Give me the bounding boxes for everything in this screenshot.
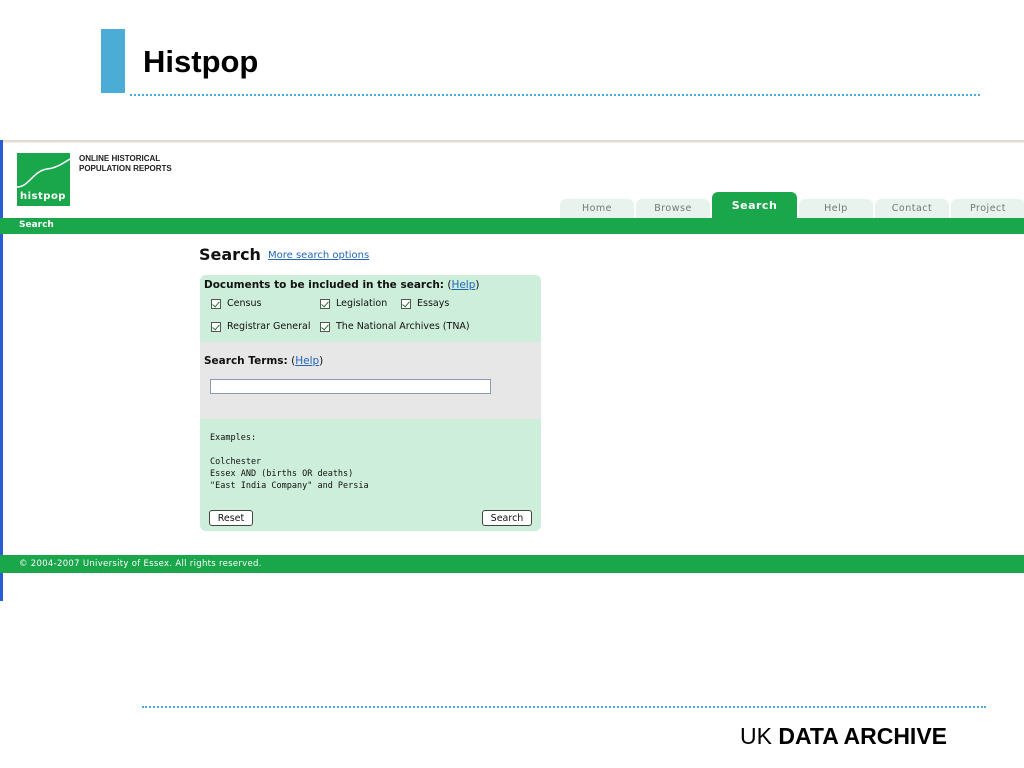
checkbox-legislation-label: Legislation — [336, 298, 388, 309]
brand-name: DATA ARCHIVE — [778, 723, 948, 749]
frame-left-edge — [0, 140, 3, 601]
uk-data-archive-brand: UK DATA ARCHIVE — [740, 722, 947, 750]
checkbox-tna-box[interactable] — [320, 321, 330, 332]
checkbox-tna[interactable]: The National Archives (TNA) — [320, 321, 470, 332]
checkbox-legislation-box[interactable] — [320, 298, 330, 309]
examples-section: Examples: Colchester Essex AND (births O… — [200, 419, 541, 531]
more-search-options-link[interactable]: More search options — [268, 250, 369, 261]
tab-help[interactable]: Help — [799, 199, 873, 218]
terms-label-row: Search Terms: (Help) — [204, 355, 323, 367]
checkbox-essays-label: Essays — [417, 298, 450, 309]
search-form-panel: Documents to be included in the search: … — [200, 275, 541, 531]
tab-search[interactable]: Search — [712, 192, 797, 218]
bottom-dotted-divider — [142, 706, 986, 708]
documents-label: Documents to be included in the search: — [204, 279, 444, 291]
checkbox-registrar-general[interactable]: Registrar General — [211, 321, 310, 332]
logo-wordmark: histpop — [20, 191, 66, 202]
checkbox-tna-label: The National Archives (TNA) — [336, 321, 470, 332]
frame-top-edge — [0, 140, 1024, 143]
example-3: "East India Company" and Persia — [210, 481, 369, 491]
search-button[interactable]: Search — [482, 510, 532, 526]
reset-button[interactable]: Reset — [209, 510, 253, 526]
checkbox-census-label: Census — [227, 298, 262, 309]
checkbox-registrar-general-label: Registrar General — [227, 321, 311, 332]
terms-label: Search Terms: — [204, 355, 288, 367]
checkbox-census[interactable]: Census — [211, 298, 261, 309]
histpop-logo[interactable]: histpop — [17, 153, 70, 206]
tab-project[interactable]: Project — [951, 199, 1024, 218]
breadcrumb-bar: Search — [0, 218, 1024, 234]
site-caption-line2: POPULATION REPORTS — [79, 164, 172, 173]
tab-contact[interactable]: Contact — [875, 199, 949, 218]
main-nav-tabs: Home Browse Search Help Contact Project — [560, 192, 1024, 218]
search-terms-section: Search Terms: (Help) — [200, 342, 541, 419]
search-input[interactable] — [210, 379, 491, 394]
tab-home[interactable]: Home — [560, 199, 634, 218]
example-1: Colchester — [210, 457, 262, 467]
checkbox-legislation[interactable]: Legislation — [320, 298, 387, 309]
brand-prefix: UK — [740, 723, 772, 749]
terms-help-link[interactable]: Help — [295, 355, 319, 367]
example-2: Essex AND (births OR deaths) — [210, 469, 354, 479]
documents-section: Documents to be included in the search: … — [200, 275, 541, 342]
documents-help-link[interactable]: Help — [451, 279, 475, 291]
slide-accent-bar — [101, 29, 125, 93]
help-paren-close: ) — [319, 355, 324, 367]
checkbox-essays[interactable]: Essays — [401, 298, 449, 309]
slide-title: Histpop — [143, 44, 259, 79]
tab-browse[interactable]: Browse — [636, 199, 710, 218]
footer-bar: © 2004-2007 University of Essex. All rig… — [0, 555, 1024, 573]
examples-label: Examples: — [210, 433, 257, 443]
checkbox-census-box[interactable] — [211, 298, 221, 309]
copyright-text: © 2004-2007 University of Essex. All rig… — [19, 559, 262, 569]
documents-label-row: Documents to be included in the search: … — [204, 279, 480, 291]
site-caption-line1: ONLINE HISTORICAL — [79, 154, 161, 163]
checkbox-registrar-general-box[interactable] — [211, 321, 221, 332]
breadcrumb: Search — [19, 220, 54, 230]
top-dotted-divider — [130, 94, 980, 96]
page-title: Search — [199, 245, 261, 264]
site-caption: ONLINE HISTORICAL POPULATION REPORTS — [79, 154, 172, 174]
checkbox-essays-box[interactable] — [401, 298, 411, 309]
histpop-screenshot: histpop ONLINE HISTORICAL POPULATION REP… — [0, 140, 1024, 601]
help-paren-close: ) — [475, 279, 480, 291]
